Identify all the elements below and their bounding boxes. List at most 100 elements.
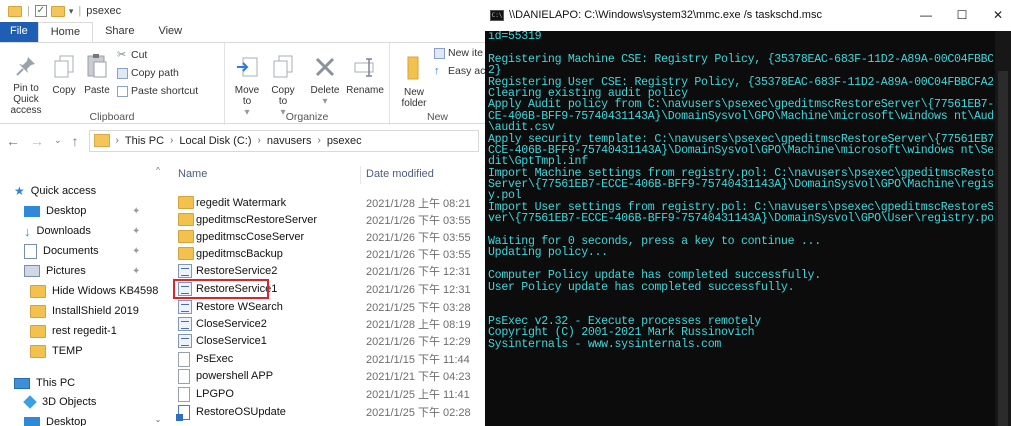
address-bar[interactable]: › This PC › Local Disk (C:) › navusers ›…	[88, 129, 479, 152]
new-item-button[interactable]: New ite	[434, 47, 483, 59]
back-arrow-icon[interactable]: ←	[6, 133, 20, 149]
recent-locations-chevron-icon[interactable]: ⌄	[54, 135, 62, 146]
organize-group-label: Organize	[285, 111, 329, 123]
file-date: 2021/1/26 下午 12:31	[366, 284, 471, 296]
console-line: Computer Policy update has completed suc…	[488, 269, 821, 283]
folder-icon	[30, 284, 46, 298]
nav-folder[interactable]: rest regedit-1	[30, 321, 117, 341]
easy-access-icon: ↑	[434, 64, 440, 77]
file-name: gpeditmscBackup	[196, 248, 283, 260]
breadcrumb-separator-icon[interactable]: ›	[317, 135, 320, 146]
nav-label: Quick access	[30, 185, 97, 197]
nav-folder[interactable]: TEMP	[30, 341, 83, 361]
paste-button[interactable]: Paste	[80, 53, 114, 96]
delete-x-icon	[315, 57, 335, 77]
properties-check-icon[interactable]: ✓	[34, 5, 47, 17]
file-name: CloseService2	[196, 318, 267, 330]
copy-button[interactable]: Copy	[50, 55, 78, 96]
nav-downloads[interactable]: ↓ Downloads	[24, 221, 91, 241]
breadcrumb-separator-icon[interactable]: ›	[116, 135, 119, 146]
minimize-button[interactable]: —	[911, 6, 941, 24]
easy-access-label: Easy ac	[448, 65, 485, 77]
nav-quick-access[interactable]: ★ Quick access	[14, 181, 96, 201]
easy-access-button[interactable]: ↑ Easy ac	[434, 65, 485, 77]
nav-pictures[interactable]: Pictures	[24, 261, 86, 281]
up-arrow-icon[interactable]: ↑	[72, 133, 79, 149]
new-folder-icon	[407, 56, 419, 80]
pin-icon[interactable]: ✦	[132, 246, 140, 257]
objects-3d-icon	[23, 395, 37, 409]
file-name: Restore WSearch	[196, 301, 283, 313]
console-scrollbar[interactable]	[995, 31, 1011, 426]
copy-label: Copy	[52, 85, 76, 96]
explorer-title-bar: | ✓ ▾ | psexec	[0, 0, 485, 22]
delete-button[interactable]: Delete ▾	[307, 55, 343, 107]
tab-view[interactable]: View	[146, 22, 194, 42]
new-folder-icon[interactable]	[50, 5, 65, 17]
pin-icon[interactable]: ✦	[132, 266, 140, 277]
folder-icon	[178, 196, 194, 209]
nav-desktop[interactable]: Desktop	[24, 412, 86, 426]
file-icon	[178, 352, 190, 367]
maximize-button[interactable]: ☐	[947, 6, 977, 24]
column-divider[interactable]	[360, 166, 361, 184]
console-scroll-thumb[interactable]	[998, 71, 1008, 426]
computer-icon	[14, 377, 30, 389]
breadcrumb-this-pc[interactable]: This PC	[125, 135, 164, 147]
console-line: \audit.csv	[488, 121, 555, 135]
breadcrumb-separator-icon[interactable]: ›	[170, 135, 173, 146]
pin-icon[interactable]: ✦	[132, 226, 140, 237]
tab-share[interactable]: Share	[93, 22, 146, 42]
copy-to-button[interactable]: Copy to ▾	[267, 55, 299, 118]
paste-shortcut-button[interactable]: Paste shortcut	[117, 85, 198, 97]
column-header-date-modified[interactable]: Date modified	[366, 168, 434, 186]
shortcut-document-icon	[176, 405, 190, 421]
column-header-name[interactable]: Name	[178, 168, 207, 186]
address-row: ← → ⌄ ↑ › This PC › Local Disk (C:) › na…	[0, 124, 485, 158]
console-app-icon[interactable]: C:\	[490, 10, 504, 21]
scroll-down-icon[interactable]: ⌄	[153, 415, 163, 424]
navigation-scrollbar[interactable]: ^ ⌄	[153, 160, 163, 426]
console-line: dit\GptTmpl.inf	[488, 155, 588, 169]
rename-button[interactable]: Rename	[345, 55, 385, 96]
tab-file[interactable]: File	[0, 22, 38, 42]
tab-home[interactable]: Home	[37, 22, 94, 42]
nav-label: Downloads	[36, 225, 91, 237]
pin-icon[interactable]: ✦	[132, 206, 140, 217]
scroll-up-icon[interactable]: ^	[153, 166, 163, 175]
close-button[interactable]: ✕	[983, 6, 1011, 24]
ribbon-group-organize: Move to ▾ Copy to ▾ Delete ▾ Rename Organiz…	[225, 43, 390, 125]
pin-to-quick-access-button[interactable]: Pin to Quick access	[4, 55, 48, 116]
star-icon: ★	[14, 184, 25, 198]
nav-desktop[interactable]: Desktop	[24, 201, 86, 221]
new-item-icon	[434, 47, 445, 59]
nav-documents[interactable]: Documents	[24, 241, 99, 261]
breadcrumb-separator-icon[interactable]: ›	[257, 135, 260, 146]
folder-icon	[8, 5, 22, 17]
file-date: 2021/1/26 下午 03:55	[366, 232, 471, 244]
console-output[interactable]: id=55319 Registering Machine CSE: Registr…	[488, 31, 993, 426]
cut-button[interactable]: ✂ Cut	[117, 49, 147, 61]
move-to-icon	[237, 57, 258, 77]
move-to-button[interactable]: Move to ▾	[231, 55, 263, 118]
nav-this-pc[interactable]: This PC	[14, 373, 75, 393]
file-name: regedit Watermark	[196, 197, 287, 209]
nav-folder[interactable]: InstallShield 2019	[30, 301, 139, 321]
breadcrumb-psexec[interactable]: psexec	[327, 135, 362, 147]
quick-access-dropdown-icon[interactable]: ▾	[69, 6, 74, 17]
nav-folder[interactable]: Hide Widows KB4598	[30, 281, 158, 301]
breadcrumb-navusers[interactable]: navusers	[267, 135, 312, 147]
ribbon-group-new: New folder New ite ↑ Easy ac New	[390, 43, 485, 125]
nav-label: Hide Widows KB4598	[52, 285, 159, 297]
new-group-label: New	[426, 111, 448, 123]
new-folder-button[interactable]: New folder	[396, 55, 432, 109]
copy-path-button[interactable]: Copy path	[117, 67, 179, 79]
nav-3d-objects[interactable]: 3D Objects	[23, 392, 96, 412]
download-icon: ↓	[24, 223, 31, 239]
forward-arrow-icon[interactable]: →	[30, 133, 44, 149]
file-date: 2021/1/21 下午 04:23	[366, 371, 471, 383]
nav-label: InstallShield 2019	[52, 305, 139, 317]
console-line: Updating policy...	[488, 246, 608, 260]
ribbon-home: Pin to Quick access Copy Paste ✂ Cut Cop…	[0, 42, 485, 125]
breadcrumb-local-disk[interactable]: Local Disk (C:)	[179, 135, 251, 147]
